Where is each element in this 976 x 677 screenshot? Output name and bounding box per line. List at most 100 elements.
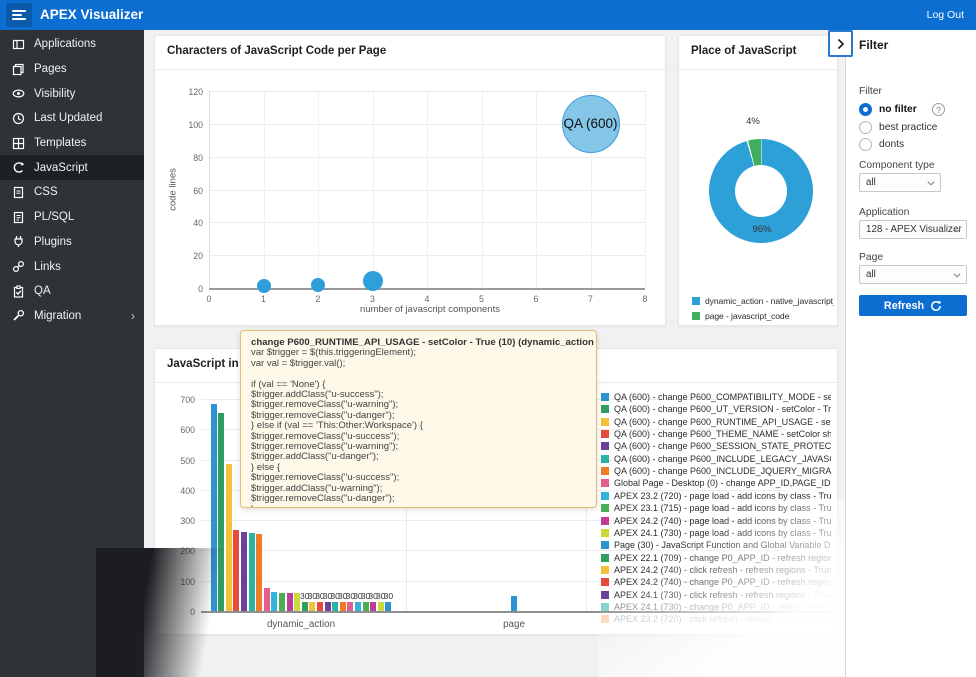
x-tick-label: 0 (199, 294, 219, 304)
bar[interactable] (511, 596, 517, 611)
legend-item[interactable]: APEX 23.2 (720) - page load - add icons … (601, 490, 831, 502)
sidebar-item-label: CSS (34, 186, 58, 198)
legend-item[interactable]: APEX 22.1 (709) - change P0_APP_ID - ref… (601, 552, 831, 564)
x-tick-label: 6 (526, 294, 546, 304)
bubble-point[interactable] (363, 271, 383, 291)
legend-swatch (601, 517, 609, 525)
bar[interactable] (378, 602, 384, 611)
radio-button[interactable] (859, 121, 872, 134)
bubble-point[interactable] (311, 278, 325, 292)
legend-swatch (601, 504, 609, 512)
code-refresh-icon (12, 161, 25, 174)
legend-item[interactable]: QA (600) - change P600_RUNTIME_API_USAGE… (601, 416, 831, 428)
bar[interactable] (363, 602, 369, 611)
bar[interactable] (264, 588, 270, 611)
bar[interactable] (385, 602, 391, 611)
help-icon[interactable]: ? (932, 103, 945, 116)
legend-swatch (601, 467, 609, 475)
x-tick-label: 8 (635, 294, 655, 304)
bar[interactable] (332, 602, 338, 611)
sidebar-item-visibility[interactable]: Visibility (0, 81, 144, 106)
bar[interactable] (249, 533, 255, 611)
bar[interactable] (226, 464, 232, 611)
legend-item[interactable]: APEX 23.2 (720) - click refresh - refres… (601, 613, 831, 625)
panel-collapse-button[interactable] (828, 30, 853, 57)
y-tick-label: 400 (167, 486, 195, 496)
radio-no-filter[interactable]: no filter (859, 102, 917, 117)
bar[interactable] (241, 532, 247, 611)
radio-best-practice[interactable]: best practice (859, 120, 937, 135)
application-label: Application (859, 207, 909, 218)
sidebar-item-plugins[interactable]: Plugins (0, 230, 144, 255)
y-tick-label: 80 (183, 153, 203, 163)
refresh-button[interactable]: Refresh (859, 295, 967, 316)
divider (679, 69, 837, 70)
legend-item[interactable]: QA (600) - change P600_UT_VERSION - setC… (601, 403, 831, 415)
y-axis-line (209, 91, 210, 288)
radio-donts[interactable]: donts (859, 137, 904, 152)
bar[interactable] (309, 602, 315, 611)
bar[interactable] (218, 413, 224, 611)
legend-item[interactable]: APEX 24.2 (740) - change P0_APP_ID - ref… (601, 576, 831, 588)
bar[interactable] (340, 602, 346, 611)
bar[interactable] (370, 602, 376, 611)
legend-swatch (601, 455, 609, 463)
component-type-value: all (866, 177, 876, 188)
bar[interactable] (317, 602, 323, 611)
bar[interactable] (279, 593, 285, 611)
sidebar-item-label: Pages (34, 63, 67, 75)
sidebar-item-javascript[interactable]: JavaScript (0, 155, 144, 180)
bar[interactable] (271, 592, 277, 611)
legend-item[interactable]: QA (600) - change P600_INCLUDE_LEGACY_JA… (601, 453, 831, 465)
sidebar-item-links[interactable]: Links (0, 254, 144, 279)
legend-item[interactable]: QA (600) - change P600_THEME_NAME - setC… (601, 428, 831, 440)
radio-button[interactable] (859, 138, 872, 151)
legend-item[interactable]: APEX 24.2 (740) - page load - add icons … (601, 515, 831, 527)
legend-item[interactable]: Global Page - Desktop (0) - change APP_I… (601, 477, 831, 489)
y-tick-label: 60 (183, 186, 203, 196)
legend-swatch (601, 418, 609, 426)
bar[interactable] (256, 534, 262, 611)
legend-item[interactable]: page - javascript_code (692, 309, 834, 322)
legend-item[interactable]: APEX 24.1 (730) - page load - add icons … (601, 527, 831, 539)
sidebar-item-templates[interactable]: Templates (0, 131, 144, 156)
sidebar-item-pages[interactable]: Pages (0, 57, 144, 82)
sidebar-item-applications[interactable]: Applications (0, 32, 144, 57)
bar[interactable] (287, 593, 293, 611)
bar[interactable] (302, 602, 308, 611)
legend-item[interactable]: Page (30) - JavaScript Function and Glob… (601, 539, 831, 551)
sidebar-item-qa[interactable]: QA (0, 279, 144, 304)
legend-item[interactable]: dynamic_action - native_javascript_c... (692, 294, 834, 307)
bar[interactable] (211, 404, 217, 611)
bar[interactable] (347, 602, 353, 611)
page-select[interactable]: all (859, 265, 967, 284)
legend-item[interactable]: APEX 23.1 (715) - page load - add icons … (601, 502, 831, 514)
legend-label: APEX 22.1 (709) - change P0_APP_ID - ref… (614, 553, 831, 563)
legend-label: APEX 24.1 (730) - click refresh - refres… (614, 590, 831, 600)
legend-item[interactable]: QA (600) - change P600_SESSION_STATE_PRO… (601, 440, 831, 452)
legend-label: APEX 24.2 (740) - page load - add icons … (614, 516, 831, 526)
legend-item[interactable]: APEX 24.1 (730) - change P0_APP_ID - ref… (601, 601, 831, 613)
sidebar-item-css[interactable]: CSS (0, 180, 144, 205)
bar[interactable] (325, 602, 331, 611)
bar[interactable] (233, 530, 239, 611)
legend-item[interactable]: APEX 24.1 (730) - click refresh - refres… (601, 589, 831, 601)
sidebar-item-migration[interactable]: Migration› (0, 304, 144, 329)
sidebar-item-last-updated[interactable]: Last Updated (0, 106, 144, 131)
bar[interactable] (355, 602, 361, 611)
radio-button[interactable] (859, 103, 872, 116)
application-select[interactable]: 128 - APEX Visualizer (859, 220, 967, 239)
legend-label: QA (600) - change P600_RUNTIME_API_USAGE… (614, 417, 831, 427)
sidebar-item-pl-sql[interactable]: PL/SQL (0, 205, 144, 230)
legend-item[interactable]: QA (600) - change P600_COMPATIBILITY_MOD… (601, 391, 831, 403)
clipboard-check-icon (12, 285, 25, 298)
gridline (373, 91, 374, 288)
component-type-select[interactable]: all (859, 173, 941, 192)
clock-icon (12, 112, 25, 125)
logout-link[interactable]: Log Out (927, 0, 964, 30)
bubble-point[interactable] (257, 279, 271, 293)
legend-label: QA (600) - change P600_INCLUDE_LEGACY_JA… (614, 454, 831, 464)
hamburger-menu-button[interactable] (6, 3, 32, 27)
legend-item[interactable]: QA (600) - change P600_INCLUDE_JQUERY_MI… (601, 465, 831, 477)
legend-item[interactable]: APEX 24.2 (740) - click refresh - refres… (601, 564, 831, 576)
